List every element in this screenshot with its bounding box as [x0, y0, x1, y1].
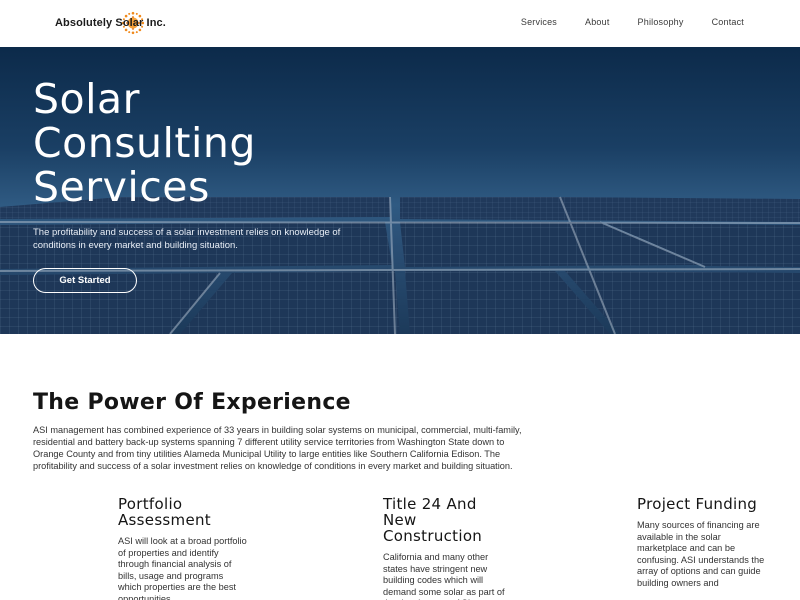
feature-text: California and many other states have st… [383, 552, 505, 600]
feature-title-24: Title 24 And New Construction California… [383, 496, 508, 600]
feature-title: Portfolio Assessment [118, 495, 211, 529]
hero-banner: Solar Consulting Services The profitabil… [0, 47, 800, 334]
nav-link-about[interactable]: About [585, 17, 610, 27]
feature-portfolio-assessment: Portfolio Assessment ASI will look at a … [118, 496, 248, 600]
hero-title-line: Solar [33, 75, 140, 123]
hero-title-line: Services [33, 163, 210, 211]
feature-title: Title 24 And New Construction [383, 495, 483, 545]
get-started-button[interactable]: Get Started [33, 268, 137, 293]
site-header: Absolutely Solar Inc. Services About Phi… [0, 0, 800, 47]
nav-link-contact[interactable]: Contact [712, 17, 744, 27]
nav-link-services[interactable]: Services [521, 17, 557, 27]
main-nav: Services About Philosophy Contact [521, 17, 744, 27]
logo-text: Absolutely Solar Inc. [55, 17, 166, 29]
feature-title: Project Funding [637, 495, 758, 513]
logo[interactable]: Absolutely Solar Inc. [55, 11, 166, 35]
nav-link-philosophy[interactable]: Philosophy [638, 17, 684, 27]
section-body: ASI management has combined experience o… [33, 425, 522, 471]
hero-title-line: Consulting [33, 119, 256, 167]
hero-title: Solar Consulting Services [33, 77, 256, 209]
hero-subtitle: The profitability and success of a solar… [33, 227, 341, 251]
feature-text: ASI will look at a broad portfolio of pr… [118, 536, 247, 600]
section-title: The Power Of Experience [33, 390, 351, 415]
feature-project-funding: Project Funding Many sources of financin… [637, 496, 772, 589]
feature-text: Many sources of financing are available … [637, 520, 765, 588]
